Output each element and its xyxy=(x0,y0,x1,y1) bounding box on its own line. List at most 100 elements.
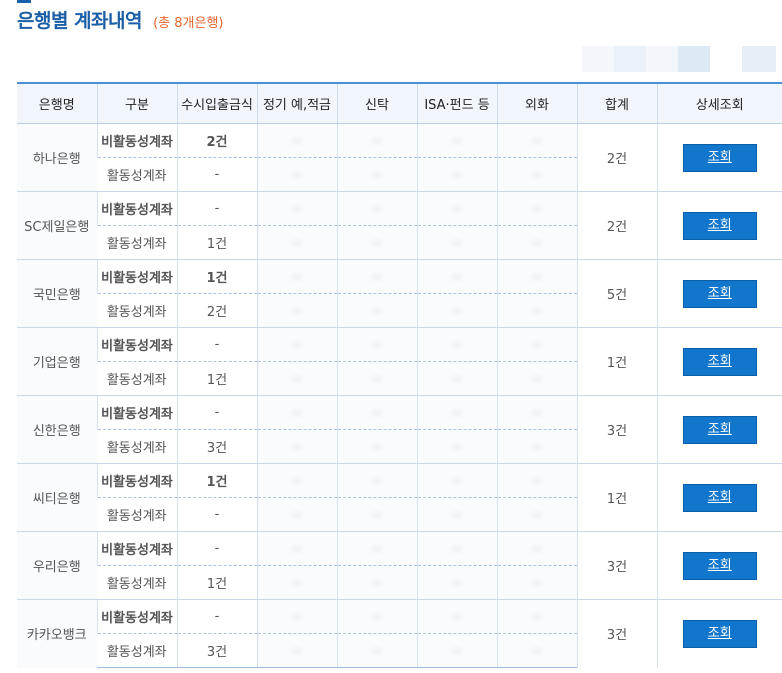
inactive-account-label[interactable]: 비활동성계좌 xyxy=(96,531,177,566)
inactive-demand-deposit-count: - xyxy=(176,191,257,226)
blurred-cell xyxy=(256,565,337,600)
inactive-account-label[interactable]: 비활동성계좌 xyxy=(96,463,177,498)
active-demand-deposit-count: - xyxy=(176,497,257,532)
blurred-cell xyxy=(416,633,497,668)
lookup-button[interactable]: 조회 xyxy=(682,279,757,308)
blurred-value xyxy=(532,308,542,314)
lookup-button[interactable]: 조회 xyxy=(682,551,757,580)
blurred-cell xyxy=(256,157,337,192)
blurred-value xyxy=(452,546,462,552)
active-demand-deposit-count: 1건 xyxy=(176,565,257,600)
blurred-value xyxy=(292,648,302,654)
blurred-cell xyxy=(496,259,577,294)
lookup-button[interactable]: 조회 xyxy=(682,619,757,648)
blurred-control xyxy=(582,46,614,72)
inactive-demand-deposit-count: - xyxy=(176,531,257,566)
blurred-cell xyxy=(496,361,577,396)
blurred-value xyxy=(532,376,542,382)
blurred-cell xyxy=(256,123,337,158)
table-row: SC제일은행 비활동성계좌 - 2건 조회 xyxy=(17,191,782,260)
blurred-cell xyxy=(336,327,417,362)
blurred-value xyxy=(532,240,542,246)
blurred-value xyxy=(372,274,382,280)
inactive-demand-deposit-count[interactable]: 2건 xyxy=(176,123,257,158)
blurred-cell xyxy=(416,531,497,566)
blurred-value xyxy=(532,138,542,144)
blurred-value xyxy=(292,342,302,348)
active-demand-deposit-count: 3건 xyxy=(176,429,257,464)
bank-count: 8개은행 xyxy=(174,16,219,31)
inactive-account-label[interactable]: 비활동성계좌 xyxy=(96,259,177,294)
lookup-button[interactable]: 조회 xyxy=(682,483,757,512)
blurred-cell xyxy=(336,157,417,192)
detail-cell: 조회 xyxy=(656,259,782,328)
blurred-value xyxy=(372,546,382,552)
blurred-cell xyxy=(336,191,417,226)
blurred-cell xyxy=(256,633,337,668)
lookup-button[interactable]: 조회 xyxy=(682,143,757,172)
active-demand-deposit-count: 1건 xyxy=(176,225,257,260)
inactive-account-label[interactable]: 비활동성계좌 xyxy=(96,327,177,362)
blurred-cell xyxy=(336,531,417,566)
blurred-value xyxy=(372,478,382,484)
subtitle-open: (총 xyxy=(153,16,175,31)
blurred-cell xyxy=(416,157,497,192)
inactive-account-label[interactable]: 비활동성계좌 xyxy=(96,123,177,158)
blurred-value xyxy=(452,580,462,586)
blurred-value xyxy=(372,172,382,178)
inactive-account-label[interactable]: 비활동성계좌 xyxy=(96,395,177,430)
blurred-cell xyxy=(496,531,577,566)
blurred-cell xyxy=(336,395,417,430)
blurred-value xyxy=(452,512,462,518)
inactive-account-label[interactable]: 비활동성계좌 xyxy=(96,599,177,634)
col-header-type: 구분 xyxy=(96,82,177,124)
blurred-value xyxy=(452,138,462,144)
blurred-cell xyxy=(496,293,577,328)
blurred-value xyxy=(452,648,462,654)
blurred-value xyxy=(372,240,382,246)
blurred-cell xyxy=(416,361,497,396)
blurred-cell xyxy=(256,395,337,430)
blurred-cell xyxy=(416,565,497,600)
active-account-label: 활동성계좌 xyxy=(97,633,177,668)
blurred-cell xyxy=(336,293,417,328)
total-count: 3건 xyxy=(576,599,657,668)
blurred-value xyxy=(532,614,542,620)
lookup-button[interactable]: 조회 xyxy=(682,211,757,240)
blurred-value xyxy=(292,410,302,416)
lookup-button[interactable]: 조회 xyxy=(682,415,757,444)
active-account-label: 활동성계좌 xyxy=(106,441,167,456)
total-count: 2건 xyxy=(576,191,657,260)
blurred-value xyxy=(532,512,542,518)
blurred-cell xyxy=(416,123,497,158)
blurred-value xyxy=(452,274,462,280)
blurred-value xyxy=(372,410,382,416)
blurred-cell xyxy=(496,497,577,532)
blurred-cell xyxy=(416,599,497,634)
inactive-demand-deposit-count: - xyxy=(176,327,257,362)
blurred-cell xyxy=(336,361,417,396)
blurred-value xyxy=(532,274,542,280)
inactive-account-label[interactable]: 비활동성계좌 xyxy=(96,191,177,226)
bank-name: 우리은행 xyxy=(17,531,97,600)
blurred-value xyxy=(372,138,382,144)
blurred-cell xyxy=(336,259,417,294)
table-row: 하나은행 비활동성계좌 2건 2건 조회 xyxy=(17,123,782,192)
blurred-cell xyxy=(256,259,337,294)
inactive-demand-deposit-count[interactable]: 1건 xyxy=(176,463,257,498)
blurred-cell xyxy=(496,191,577,226)
blurred-control xyxy=(742,46,776,72)
col-header-detail: 상세조회 xyxy=(656,82,782,124)
page-header: 은행별 계좌내역 (총 8개은행) xyxy=(17,6,223,33)
lookup-button[interactable]: 조회 xyxy=(682,347,757,376)
blurred-value xyxy=(372,376,382,382)
blurred-value xyxy=(532,546,542,552)
subtitle-close: ) xyxy=(218,16,224,31)
bank-name: 신한은행 xyxy=(17,395,97,464)
inactive-demand-deposit-count[interactable]: 1건 xyxy=(176,259,257,294)
blurred-value xyxy=(452,308,462,314)
blurred-value xyxy=(452,172,462,178)
table-row: 카카오뱅크 비활동성계좌 -3건 조회 xyxy=(17,599,782,668)
col-header-demand-deposit: 수시입출금식 xyxy=(176,82,257,124)
blurred-value xyxy=(292,138,302,144)
